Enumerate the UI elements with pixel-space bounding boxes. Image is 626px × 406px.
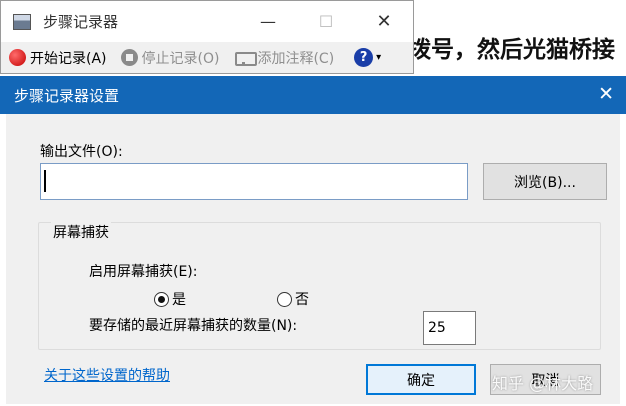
steps-recorder-toolbar: 开始记录(A) 停止记录(O) 添加注释(C) ? ▾ [1, 42, 413, 73]
radio-yes[interactable]: 是 [154, 289, 186, 309]
settings-dialog-title: 步骤记录器设置 [14, 86, 120, 105]
app-icon [13, 13, 31, 30]
radio-selected-icon [154, 291, 169, 307]
stop-icon [120, 49, 138, 66]
settings-dialog: 步骤记录器设置 ✕ 输出文件(O): 浏览(B)... 屏幕捕获 启用屏幕捕获(… [0, 76, 626, 406]
capture-count-label: 要存储的最近屏幕捕获的数量(N): [89, 318, 298, 334]
steps-recorder-title: 步骤记录器 [43, 13, 119, 31]
enable-screen-capture-label: 启用屏幕捕获(E): [89, 264, 198, 280]
watermark: 知乎 @林大路 [492, 374, 594, 393]
radio-yes-label: 是 [172, 292, 186, 308]
start-record-button[interactable]: 开始记录(A) [9, 48, 107, 68]
settings-help-link[interactable]: 关于这些设置的帮助 [44, 365, 170, 385]
add-comment-button[interactable]: 添加注释(C) [235, 48, 334, 68]
minimize-icon[interactable]: — [239, 1, 297, 42]
radio-unselected-icon [277, 291, 292, 307]
help-menu-button[interactable]: ? ▾ [342, 48, 381, 67]
close-icon[interactable]: ✕ [598, 83, 614, 105]
output-file-label: 输出文件(O): [40, 144, 123, 160]
radio-no[interactable]: 否 [277, 289, 309, 309]
screen-capture-group-label: 屏幕捕获 [51, 222, 111, 242]
browse-button[interactable]: 浏览(B)... [483, 163, 607, 200]
help-icon: ? [354, 48, 374, 67]
comment-icon [235, 50, 258, 66]
settings-dialog-titlebar[interactable]: 步骤记录器设置 ✕ [0, 76, 626, 114]
maximize-icon: ☐ [318, 12, 334, 31]
steps-recorder-window: 步骤记录器 — ☐ ✕ 开始记录(A) 停止记录(O) 添加注释(C) ? ▾ [0, 0, 414, 74]
chevron-down-icon: ▾ [376, 52, 382, 63]
settings-dialog-body: 输出文件(O): 浏览(B)... 屏幕捕获 启用屏幕捕获(E): 是 否 要存… [6, 114, 620, 404]
background-page-text: 拨号，然后光猫桥接 [408, 37, 615, 63]
screen-capture-group: 屏幕捕获 启用屏幕捕获(E): 是 否 要存储的最近屏幕捕获的数量(N): 25 [38, 222, 601, 350]
text-caret [44, 170, 46, 192]
record-icon [9, 49, 26, 66]
capture-count-input[interactable]: 25 [423, 311, 476, 345]
steps-recorder-titlebar[interactable]: 步骤记录器 — ☐ ✕ [1, 1, 413, 42]
start-record-label: 开始记录(A) [30, 50, 107, 67]
stop-record-label: 停止记录(O) [141, 50, 220, 67]
output-file-input[interactable] [40, 163, 468, 200]
ok-button[interactable]: 确定 [366, 364, 476, 395]
stop-record-button[interactable]: 停止记录(O) [120, 48, 220, 68]
radio-no-label: 否 [295, 292, 309, 308]
close-icon[interactable]: ✕ [355, 1, 413, 42]
add-comment-label: 添加注释(C) [257, 50, 335, 67]
